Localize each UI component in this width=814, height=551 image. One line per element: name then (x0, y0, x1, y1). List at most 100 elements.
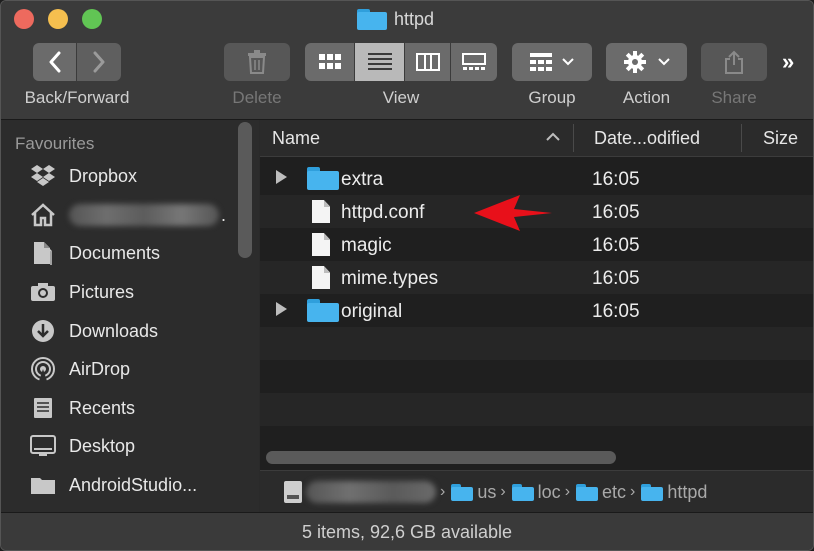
empty-row (260, 393, 813, 426)
folder-icon (357, 8, 387, 30)
disclosure-triangle-icon[interactable] (276, 170, 287, 184)
grid-icon (318, 54, 341, 69)
group-button[interactable] (512, 43, 592, 81)
path-segment-httpd[interactable]: httpd (641, 482, 707, 503)
view-label: View (382, 88, 420, 107)
column-header-size[interactable]: Size (763, 128, 798, 149)
hard-drive-icon (284, 481, 302, 503)
disclosure-triangle-icon[interactable] (276, 302, 287, 316)
file-date: 16:05 (592, 235, 640, 256)
action-label: Action (622, 88, 671, 107)
delete-button[interactable] (224, 43, 290, 81)
column-header-row: Name Date...odified Size (260, 120, 813, 157)
share-button[interactable] (701, 43, 767, 81)
document-icon (312, 200, 330, 223)
folder-icon (576, 483, 599, 501)
path-segment-label: loc (537, 481, 561, 502)
desktop-icon (29, 433, 57, 459)
sidebar-item-androidstudio[interactable]: AndroidStudio... (29, 470, 197, 500)
chevron-down-icon (562, 58, 574, 66)
sidebar-item-dropbox[interactable]: Dropbox (29, 161, 137, 191)
column-header-name[interactable]: Name (272, 128, 320, 149)
sidebar-item-documents[interactable]: Documents (29, 238, 160, 268)
action-button[interactable] (606, 43, 687, 81)
sidebar-item-label: Dropbox (69, 165, 138, 186)
dropbox-icon (29, 163, 57, 189)
home-icon (29, 202, 57, 228)
truncation-dots: . (221, 204, 227, 225)
minimize-window-button[interactable] (48, 9, 68, 29)
file-list-pane: Name Date...odified Size extra 16:05 htt… (260, 120, 813, 513)
gallery-view-button[interactable] (451, 43, 497, 81)
path-segment-label: us (477, 481, 497, 502)
documents-icon (29, 240, 57, 266)
toolbar-overflow-button[interactable]: » (782, 49, 794, 75)
folder-icon (641, 483, 664, 501)
forward-button[interactable] (77, 43, 121, 81)
download-icon (29, 318, 57, 344)
sidebar-heading: Favourites (15, 134, 95, 153)
columns-icon (415, 53, 440, 71)
column-header-date[interactable]: Date...odified (594, 128, 700, 149)
sort-ascending-icon (546, 132, 560, 141)
back-forward-control (33, 43, 121, 81)
icon-view-button[interactable] (305, 43, 355, 81)
column-view-button[interactable] (405, 43, 451, 81)
recents-icon (29, 395, 57, 421)
path-segment-label: etc (602, 481, 627, 502)
zoom-window-button[interactable] (82, 9, 102, 29)
sidebar-item-recents[interactable]: Recents (29, 393, 135, 423)
file-name: mime.types (341, 268, 439, 289)
folder-icon (511, 483, 534, 501)
column-separator[interactable] (573, 124, 574, 152)
airdrop-icon (29, 356, 57, 382)
file-name: magic (341, 235, 392, 256)
sidebar-scrollbar[interactable] (238, 122, 252, 258)
horizontal-scrollbar[interactable] (266, 451, 616, 464)
back-button[interactable] (33, 43, 77, 81)
sidebar-item-airdrop[interactable]: AirDrop (29, 354, 130, 384)
sidebar-item-label: Desktop (69, 435, 136, 456)
view-mode-control (305, 43, 497, 81)
list-view-button[interactable] (355, 43, 405, 81)
sidebar-item-label: AirDrop (69, 358, 131, 379)
empty-row (260, 360, 813, 393)
sidebar-item-label: Pictures (69, 281, 135, 302)
path-segment-etc[interactable]: etc (576, 482, 626, 503)
gallery-icon (462, 53, 486, 70)
file-date: 16:05 (592, 169, 640, 190)
path-segment-loc[interactable]: loc (511, 481, 561, 503)
share-icon (725, 50, 743, 74)
path-separator: › (440, 483, 446, 500)
file-row-original[interactable]: original 16:05 (260, 294, 813, 327)
back-forward-label: Back/Forward (24, 88, 130, 107)
window-title-text: httpd (394, 8, 435, 29)
path-bar: › us › loc › etc › httpd (260, 470, 813, 513)
redacted-username (69, 204, 219, 226)
path-segment-us[interactable]: us (451, 482, 496, 503)
file-date: 16:05 (592, 202, 640, 223)
annotation-arrow-icon (474, 195, 552, 231)
delete-label: Delete (232, 88, 282, 107)
sidebar-item-home[interactable]: . (29, 200, 226, 230)
file-date: 16:05 (592, 301, 640, 322)
chevron-left-icon (49, 51, 60, 73)
window-title: httpd (357, 7, 434, 31)
trash-icon (248, 50, 266, 74)
file-row-mime-types[interactable]: mime.types 16:05 (260, 261, 813, 294)
camera-icon (29, 279, 57, 305)
group-label: Group (528, 88, 576, 107)
column-separator[interactable] (741, 124, 742, 152)
path-separator: › (500, 483, 506, 500)
close-window-button[interactable] (14, 9, 34, 29)
document-icon (312, 233, 330, 256)
gear-icon (623, 51, 646, 73)
sidebar-item-pictures[interactable]: Pictures (29, 277, 134, 307)
sidebar-item-downloads[interactable]: Downloads (29, 316, 158, 346)
list-icon (367, 53, 392, 70)
finder-window: httpd Back/Forward Delete View Group Act… (0, 0, 814, 551)
file-name: httpd.conf (341, 202, 425, 223)
sidebar-item-desktop[interactable]: Desktop (29, 431, 135, 461)
path-segment-label: httpd (667, 481, 708, 502)
file-name: original (341, 301, 403, 322)
